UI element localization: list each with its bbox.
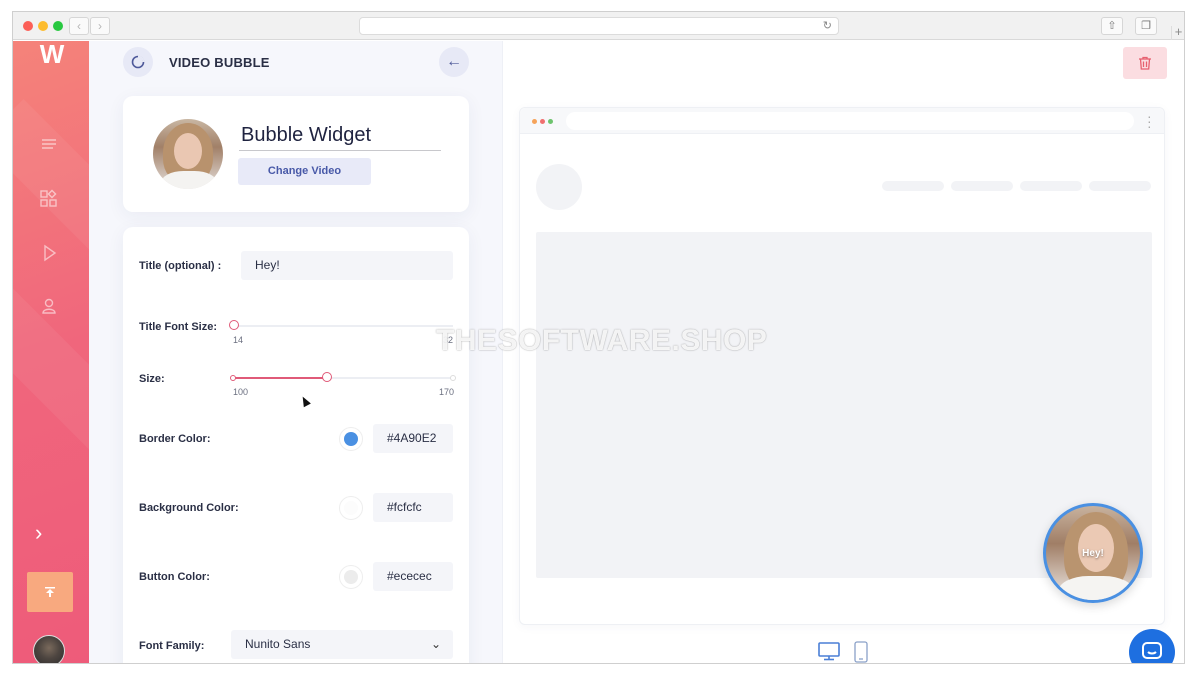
minimize-window-button[interactable] [38, 21, 48, 31]
change-video-button[interactable]: Change Video [238, 158, 371, 185]
background-color-label: Background Color: [139, 502, 239, 514]
button-color-label: Button Color: [139, 571, 210, 583]
placeholder-avatar [536, 164, 582, 210]
upload-icon [45, 587, 55, 597]
share-icon[interactable]: ⇧ [1101, 17, 1123, 35]
slider-handle[interactable] [229, 320, 239, 330]
border-color-label: Border Color: [139, 433, 211, 445]
arrow-left-icon[interactable]: ← [439, 47, 469, 77]
video-thumbnail[interactable] [153, 119, 223, 189]
placeholder-nav [951, 181, 1013, 191]
font-family-label: Font Family: [139, 640, 205, 652]
slider-handle[interactable] [322, 372, 333, 382]
background-color-input[interactable]: #fcfcfc [373, 493, 453, 522]
new-tab-icon[interactable]: + [1171, 25, 1184, 40]
chevron-right-icon[interactable]: › [35, 522, 55, 544]
slider-min-label: 100 [233, 387, 249, 397]
widgets-icon[interactable] [39, 189, 59, 209]
close-window-button[interactable] [23, 21, 33, 31]
trash-icon [1139, 56, 1151, 70]
border-color-swatch[interactable] [339, 427, 363, 451]
title-label: Title (optional) : [139, 260, 222, 272]
desktop-icon[interactable] [817, 641, 841, 661]
panel-header: VIDEO BUBBLE ← [89, 41, 502, 86]
avatar[interactable] [33, 635, 65, 663]
title-font-size-label: Title Font Size: [139, 321, 218, 333]
upload-button[interactable] [27, 572, 73, 612]
bubble-title: Hey! [1082, 548, 1104, 559]
slider-end [450, 375, 456, 381]
font-family-value: Nunito Sans [245, 637, 311, 651]
address-bar[interactable]: ↻ [359, 17, 839, 35]
mobile-icon[interactable] [853, 641, 869, 663]
preview-browser-bar: · · · [520, 108, 1164, 134]
button-color-swatch[interactable] [339, 565, 363, 589]
border-color-input[interactable]: #4A90E2 [373, 424, 453, 453]
chevron-down-icon: ⌄ [430, 637, 441, 651]
size-slider[interactable] [230, 372, 456, 382]
slider-max-label: 170 [439, 387, 455, 397]
button-color-input[interactable]: #ececec [373, 562, 453, 591]
preview-address-bar [566, 112, 1134, 130]
play-icon[interactable] [39, 243, 59, 263]
widget-card: Bubble Widget Change Video [123, 96, 469, 212]
reload-icon[interactable]: ↻ [823, 19, 832, 32]
chat-button[interactable] [1129, 629, 1175, 663]
widget-name-input[interactable]: Bubble Widget [239, 121, 441, 151]
list-icon[interactable] [39, 135, 59, 155]
w-logo-icon[interactable]: W [31, 41, 69, 67]
placeholder-nav [1089, 181, 1151, 191]
placeholder-nav [1020, 181, 1082, 191]
browser-back-button[interactable]: ‹ [69, 17, 89, 35]
watermark: THESOFTWARE.SHOP [436, 324, 768, 357]
size-label: Size: [139, 373, 165, 385]
title-input[interactable]: Hey! [241, 251, 453, 280]
background-color-swatch[interactable] [339, 496, 363, 520]
user-icon[interactable] [39, 296, 59, 316]
slider-fill [233, 377, 328, 379]
page-title: VIDEO BUBBLE [169, 55, 270, 70]
loader-circle-icon [123, 47, 153, 77]
browser-toolbar: ‹ › ↻ ⇧ ❐ + [13, 12, 1184, 40]
browser-forward-button[interactable]: › [90, 17, 110, 35]
settings-card: Title (optional) : Hey! Title Font Size:… [123, 227, 469, 663]
slider-min-label: 14 [233, 335, 244, 345]
video-bubble-preview[interactable]: Hey! [1043, 503, 1143, 603]
chat-icon [1142, 642, 1162, 659]
maximize-window-button[interactable] [53, 21, 63, 31]
delete-button[interactable] [1123, 47, 1167, 79]
placeholder-nav [882, 181, 944, 191]
sidebar: W › [13, 41, 89, 663]
more-vertical-icon: · · · [1147, 108, 1152, 134]
slider-start [230, 375, 236, 381]
title-font-size-slider[interactable] [229, 320, 453, 330]
tabs-icon[interactable]: ❐ [1135, 17, 1157, 35]
font-family-select[interactable]: Nunito Sans ⌄ [231, 630, 453, 659]
